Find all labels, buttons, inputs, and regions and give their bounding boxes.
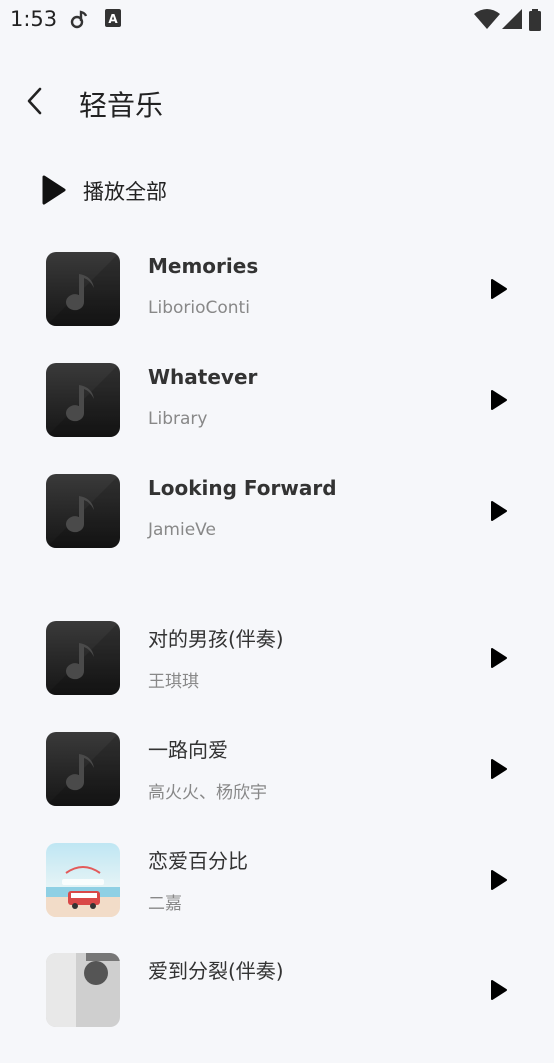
- play-song-button[interactable]: [486, 499, 510, 523]
- music-note-icon: [46, 363, 120, 437]
- song-title: 爱到分裂(伴奏): [148, 959, 284, 983]
- page-title: 轻音乐: [79, 89, 164, 122]
- list-item[interactable]: Whatever Library: [0, 363, 554, 473]
- play-song-button[interactable]: [486, 868, 510, 892]
- battery-icon: [529, 9, 541, 35]
- song-title: 一路向爱: [148, 738, 228, 762]
- song-title: 对的男孩(伴奏): [148, 627, 284, 651]
- play-icon: [491, 390, 507, 410]
- status-bar: 1:53 A: [0, 0, 554, 40]
- list-item[interactable]: Looking Forward JamieVe: [0, 474, 554, 584]
- notification-a-icon: A: [105, 9, 121, 31]
- album-cover: [46, 474, 120, 548]
- play-icon: [491, 870, 507, 890]
- wifi-icon: [474, 9, 500, 33]
- album-cover: [46, 953, 120, 1027]
- chevron-left-icon: [27, 87, 42, 115]
- play-icon: [491, 501, 507, 521]
- song-artist: 二嘉: [148, 894, 182, 914]
- song-title: 恋爱百分比: [148, 849, 248, 873]
- play-song-button[interactable]: [486, 277, 510, 301]
- play-song-button[interactable]: [486, 646, 510, 670]
- music-note-icon: [46, 732, 120, 806]
- list-item[interactable]: 恋爱百分比 二嘉: [0, 843, 554, 953]
- song-title: Memories: [148, 254, 259, 278]
- play-icon: [491, 279, 507, 299]
- list-item[interactable]: Memories LiborioConti: [0, 252, 554, 362]
- album-cover: [46, 252, 120, 326]
- album-cover: [46, 732, 120, 806]
- play-all-label: 播放全部: [83, 180, 167, 204]
- play-icon: [42, 175, 66, 205]
- play-song-button[interactable]: [486, 978, 510, 1002]
- song-artist: JamieVe: [148, 520, 216, 540]
- song-artist: 王琪琪: [148, 672, 199, 692]
- music-note-icon: [46, 252, 120, 326]
- list-item[interactable]: 一路向爱 高火火、杨欣宇: [0, 732, 554, 842]
- album-cover: [46, 843, 120, 917]
- notification-app-icon: [70, 9, 90, 33]
- list-item[interactable]: 对的男孩(伴奏) 王琪琪: [0, 621, 554, 731]
- play-icon: [491, 759, 507, 779]
- list-item[interactable]: 爱到分裂(伴奏): [0, 953, 554, 1063]
- play-song-button[interactable]: [486, 757, 510, 781]
- album-cover: [46, 363, 120, 437]
- play-song-button[interactable]: [486, 388, 510, 412]
- song-title: Looking Forward: [148, 476, 337, 500]
- music-note-icon: [46, 621, 120, 695]
- album-art-image: [46, 953, 120, 1027]
- play-all-button[interactable]: 播放全部: [36, 166, 236, 214]
- song-artist: 高火火、杨欣宇: [148, 783, 267, 803]
- svg-text:A: A: [108, 12, 118, 26]
- song-artist: Library: [148, 409, 208, 429]
- play-icon: [491, 648, 507, 668]
- header: 轻音乐: [0, 62, 554, 142]
- music-note-icon: [46, 474, 120, 548]
- song-artist: LiborioConti: [148, 298, 250, 318]
- back-button[interactable]: [22, 86, 50, 116]
- signal-icon: [502, 9, 522, 33]
- play-icon: [491, 980, 507, 1000]
- album-cover: [46, 621, 120, 695]
- song-title: Whatever: [148, 365, 258, 389]
- album-art-image: [46, 843, 120, 917]
- status-time: 1:53: [10, 7, 58, 31]
